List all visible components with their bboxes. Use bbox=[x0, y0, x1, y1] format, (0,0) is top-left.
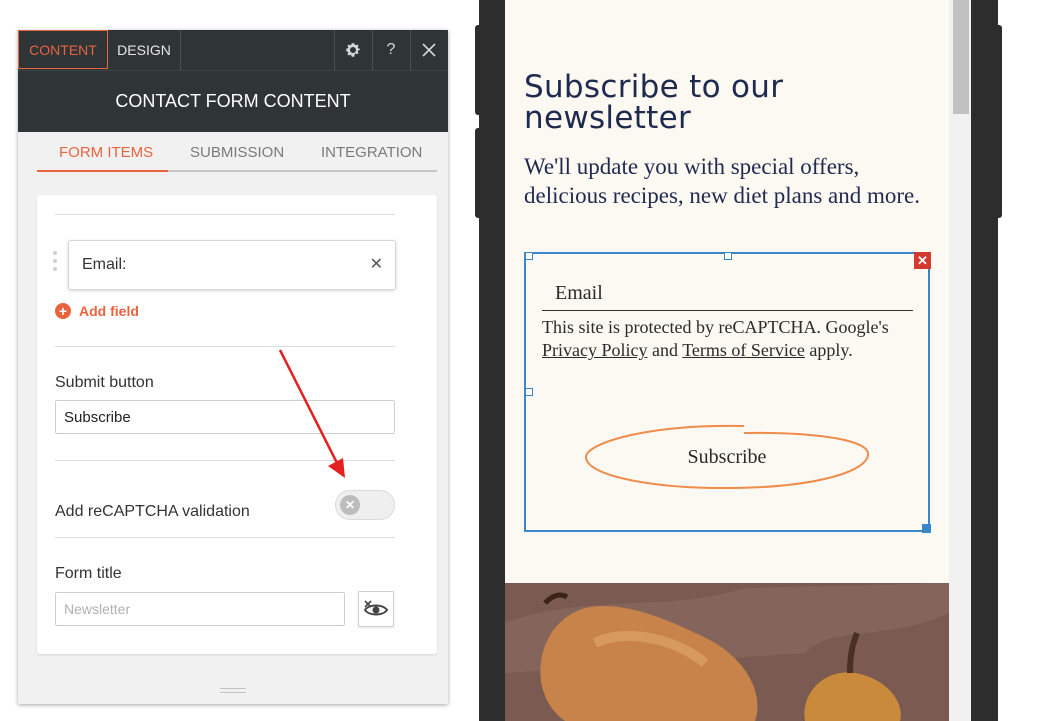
subscribe-button-label: Subscribe bbox=[687, 445, 767, 468]
toggle-off-icon: ✕ bbox=[340, 495, 360, 515]
terms-of-service-link[interactable]: Terms of Service bbox=[682, 340, 805, 360]
subscribe-button[interactable]: Subscribe bbox=[584, 424, 870, 490]
toggle-title-visibility-button[interactable] bbox=[358, 591, 394, 627]
remove-field-icon[interactable]: ✕ bbox=[370, 254, 383, 274]
delete-element-icon[interactable]: ✕ bbox=[914, 252, 931, 269]
selection-handle[interactable] bbox=[525, 388, 533, 396]
tab-content[interactable]: CONTENT bbox=[18, 30, 108, 69]
form-field-label: Email: bbox=[82, 256, 127, 273]
plus-icon: + bbox=[55, 303, 71, 319]
pears-image bbox=[505, 583, 949, 721]
form-title-label: Form title bbox=[55, 565, 122, 582]
form-field-email[interactable]: Email: ✕ bbox=[68, 240, 396, 290]
subtabs: FORM ITEMS SUBMISSION INTEGRATION bbox=[37, 138, 437, 172]
panel-header-title: CONTACT FORM CONTENT bbox=[18, 70, 448, 132]
phone-side-button bbox=[475, 25, 483, 115]
drag-handle-icon[interactable] bbox=[53, 251, 59, 279]
form-title-input[interactable]: Newsletter bbox=[55, 592, 345, 626]
submit-button-label: Submit button bbox=[55, 374, 154, 391]
close-icon bbox=[422, 43, 436, 57]
help-button[interactable]: ? bbox=[372, 30, 409, 70]
privacy-policy-link[interactable]: Privacy Policy bbox=[542, 340, 648, 360]
active-subtab-indicator bbox=[37, 170, 168, 172]
phone-side-button bbox=[994, 25, 1002, 218]
panel-topbar: CONTENT DESIGN ? bbox=[18, 30, 448, 70]
editor-panel: CONTENT DESIGN ? CONTACT FORM CONTENT FO… bbox=[18, 30, 448, 704]
divider bbox=[55, 537, 395, 538]
close-button[interactable] bbox=[410, 30, 447, 70]
tab-design[interactable]: DESIGN bbox=[108, 30, 181, 70]
recaptcha-toggle[interactable]: ✕ bbox=[335, 490, 395, 520]
resize-handle-icon[interactable] bbox=[220, 688, 246, 696]
newsletter-subtitle[interactable]: We'll update you with special offers, de… bbox=[524, 152, 924, 210]
divider bbox=[55, 346, 395, 347]
subtab-integration[interactable]: INTEGRATION bbox=[321, 144, 422, 161]
recaptcha-notice: This site is protected by reCAPTCHA. Goo… bbox=[542, 317, 889, 360]
resize-corner-handle[interactable] bbox=[922, 524, 931, 533]
newsletter-title[interactable]: Subscribe to our newsletter bbox=[524, 72, 924, 134]
scrollbar-thumb[interactable] bbox=[953, 0, 969, 114]
add-field-button[interactable]: + Add field bbox=[55, 303, 139, 319]
divider bbox=[55, 214, 395, 215]
phone-side-button bbox=[475, 128, 483, 218]
divider bbox=[55, 460, 395, 461]
selection-handle[interactable] bbox=[525, 252, 533, 260]
add-field-label: Add field bbox=[79, 303, 139, 319]
settings-button[interactable] bbox=[334, 30, 371, 70]
email-placeholder: Email bbox=[555, 282, 603, 304]
selection-handle[interactable] bbox=[724, 252, 732, 260]
subtab-submission[interactable]: SUBMISSION bbox=[190, 144, 284, 161]
gear-icon bbox=[346, 43, 360, 57]
subtab-form-items[interactable]: FORM ITEMS bbox=[59, 144, 153, 161]
help-icon: ? bbox=[386, 41, 396, 58]
submit-button-input[interactable]: Subscribe bbox=[55, 400, 395, 434]
recaptcha-label: Add reCAPTCHA validation bbox=[55, 503, 250, 520]
pears-photo bbox=[505, 583, 949, 721]
eye-hidden-icon bbox=[363, 600, 389, 616]
form-items-card: Email: ✕ + Add field Submit button Subsc… bbox=[37, 195, 437, 654]
email-input-preview[interactable]: Email bbox=[542, 278, 913, 311]
